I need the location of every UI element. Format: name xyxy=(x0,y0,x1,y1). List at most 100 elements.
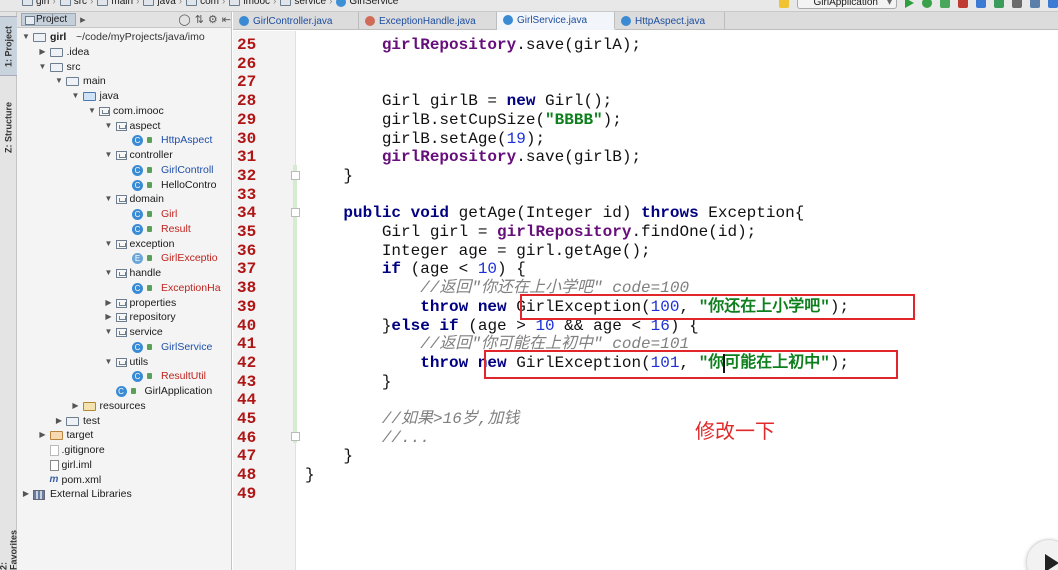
expand-down-icon[interactable]: ▼ xyxy=(104,237,114,252)
collapse-all-icon[interactable]: ⇅ xyxy=(195,13,204,26)
breadcrumb-item[interactable]: GirlService xyxy=(336,0,398,7)
code-line[interactable]: } xyxy=(305,373,392,392)
tree-item-hellocontro[interactable]: C HelloContro xyxy=(17,178,231,193)
expand-right-icon[interactable]: ▶ xyxy=(54,414,64,429)
expand-right-icon[interactable]: ▶ xyxy=(71,399,81,414)
video-play-button[interactable] xyxy=(1026,539,1058,570)
project-structure-icon[interactable] xyxy=(1030,0,1040,8)
tree-item-domain[interactable]: ▼ domain xyxy=(17,192,231,207)
code-line[interactable]: girlRepository.save(girlA); xyxy=(305,36,641,55)
breadcrumb-item[interactable]: imooc › xyxy=(229,0,276,7)
code-line[interactable]: Girl girlB = new Girl(); xyxy=(305,92,612,111)
tree-item-properties[interactable]: ▶ properties xyxy=(17,296,231,311)
run-icon[interactable] xyxy=(905,0,914,8)
expand-right-icon[interactable]: ▶ xyxy=(38,428,48,443)
code-line[interactable]: Girl girl = girlRepository.findOne(id); xyxy=(305,223,756,242)
tree-item-girlcontroll[interactable]: C GirlControll xyxy=(17,163,231,178)
tree-item-resultutil[interactable]: C ResultUtil xyxy=(17,369,231,384)
tree-item-utils[interactable]: ▼ utils xyxy=(17,355,231,370)
code-line[interactable]: Integer age = girl.getAge(); xyxy=(305,242,651,261)
tree-item-handle[interactable]: ▼ handle xyxy=(17,266,231,281)
expand-right-icon[interactable]: ▶ xyxy=(104,310,114,325)
tree-item-pom-xml[interactable]: m pom.xml xyxy=(17,473,231,488)
gear-icon[interactable]: ⚙ xyxy=(208,13,218,26)
code-line[interactable]: } xyxy=(305,466,315,485)
code-line[interactable]: public void getAge(Integer id) throws Ex… xyxy=(305,204,804,223)
expand-down-icon[interactable]: ▼ xyxy=(21,30,31,45)
chevron-right-icon[interactable]: ▸ xyxy=(80,13,86,26)
expand-down-icon[interactable]: ▼ xyxy=(104,325,114,340)
tree-item-test[interactable]: ▶ test xyxy=(17,414,231,429)
tree-item-java[interactable]: ▼ java xyxy=(17,89,231,104)
help-icon[interactable] xyxy=(1048,0,1058,8)
fold-toggle-icon[interactable] xyxy=(291,432,300,441)
fold-toggle-icon[interactable] xyxy=(291,171,300,180)
tree-item-com-imooc[interactable]: ▼ com.imooc xyxy=(17,104,231,119)
expand-down-icon[interactable]: ▼ xyxy=(38,60,48,75)
tree-item-controller[interactable]: ▼ controller xyxy=(17,148,231,163)
expand-down-icon[interactable]: ▼ xyxy=(54,74,64,89)
tree-item-idea[interactable]: ▶ .idea xyxy=(17,45,231,60)
code-editor[interactable]: 25 26 27 28 29 30 31 32 33 34 35 36 37 38 39 40 41 42 43 44… xyxy=(233,31,1058,570)
tree-item-exceptionha[interactable]: C ExceptionHa xyxy=(17,281,231,296)
tree-item-resources[interactable]: ▶ resources xyxy=(17,399,231,414)
breadcrumb-item[interactable]: girl › xyxy=(22,0,56,7)
breadcrumb-item[interactable]: com › xyxy=(186,0,225,7)
code-line[interactable]: girlB.setCupSize("BBBB"); xyxy=(305,111,622,130)
download-icon[interactable] xyxy=(976,0,986,8)
breadcrumb-item[interactable]: service › xyxy=(280,0,332,7)
expand-right-icon[interactable]: ▶ xyxy=(104,296,114,311)
settings-icon[interactable] xyxy=(1012,0,1022,8)
tree-item-src[interactable]: ▼ src xyxy=(17,60,231,75)
favorites-tool-tab[interactable]: 2: Favorites xyxy=(0,522,19,570)
tree-item-httpaspect[interactable]: C HttpAspect xyxy=(17,133,231,148)
stop-icon[interactable] xyxy=(958,0,968,8)
run-configuration-select[interactable]: GirlApplication xyxy=(796,0,897,9)
code-line[interactable]: } xyxy=(305,447,353,466)
tree-item-exception[interactable]: ▼ exception xyxy=(17,237,231,252)
tree-item-aspect[interactable]: ▼ aspect xyxy=(17,119,231,134)
debug-icon[interactable] xyxy=(922,0,932,8)
breadcrumb-item[interactable]: src › xyxy=(59,0,93,7)
tab-girlcontroller[interactable]: GirlController.java xyxy=(233,12,359,30)
tree-item-girlservice[interactable]: C GirlService xyxy=(17,340,231,355)
upload-icon[interactable] xyxy=(994,0,1004,8)
breadcrumb-item[interactable]: main › xyxy=(97,0,139,7)
code-line[interactable]: } xyxy=(305,167,353,186)
tree-item-gitignore[interactable]: .gitignore xyxy=(17,443,231,458)
tab-girlservice[interactable]: GirlService.java xyxy=(497,12,615,30)
breadcrumb-item[interactable]: java › xyxy=(143,0,182,7)
tree-item-target[interactable]: ▶ target xyxy=(17,428,231,443)
expand-right-icon[interactable]: ▶ xyxy=(21,487,31,502)
expand-right-icon[interactable]: ▶ xyxy=(38,45,48,60)
project-tool-tab[interactable]: 1: Project xyxy=(0,16,17,76)
sync-icon[interactable]: ◯ xyxy=(178,13,190,26)
tree-item-girl-iml[interactable]: girl.iml xyxy=(17,458,231,473)
tree-item-repository[interactable]: ▶ repository xyxy=(17,310,231,325)
code-line[interactable]: girlRepository.save(girlB); xyxy=(305,148,641,167)
tree-item-girl[interactable]: C Girl xyxy=(17,207,231,222)
fold-toggle-icon[interactable] xyxy=(291,208,300,217)
tree-item-external-libraries[interactable]: ▶ External Libraries xyxy=(17,487,231,502)
tree-item-service[interactable]: ▼ service xyxy=(17,325,231,340)
project-view-selector[interactable]: Project xyxy=(21,13,77,26)
expand-down-icon[interactable]: ▼ xyxy=(104,355,114,370)
expand-down-icon[interactable]: ▼ xyxy=(104,148,114,163)
expand-down-icon[interactable]: ▼ xyxy=(104,119,114,134)
expand-down-icon[interactable]: ▼ xyxy=(87,104,97,119)
tree-item-girl[interactable]: ▼ girl ~/code/myProjects/java/imo xyxy=(17,30,231,45)
code-line[interactable]: //... xyxy=(305,429,430,448)
expand-down-icon[interactable]: ▼ xyxy=(104,192,114,207)
code-line[interactable]: girlB.setAge(19); xyxy=(305,130,545,149)
tab-exceptionhandle[interactable]: ExceptionHandle.java xyxy=(359,12,497,30)
tree-item-girlexceptio[interactable]: E GirlExceptio xyxy=(17,251,231,266)
tree-item-main[interactable]: ▼ main xyxy=(17,74,231,89)
code-line[interactable]: if (age < 10) { xyxy=(305,260,526,279)
tree-item-girlapplication[interactable]: C GirlApplication xyxy=(17,384,231,399)
code-line[interactable]: //如果>16岁,加钱 xyxy=(305,410,520,429)
expand-down-icon[interactable]: ▼ xyxy=(104,266,114,281)
expand-down-icon[interactable]: ▼ xyxy=(71,89,81,104)
coverage-icon[interactable] xyxy=(940,0,950,8)
structure-tool-tab[interactable]: Z: Structure xyxy=(0,92,17,162)
tree-item-result[interactable]: C Result xyxy=(17,222,231,237)
